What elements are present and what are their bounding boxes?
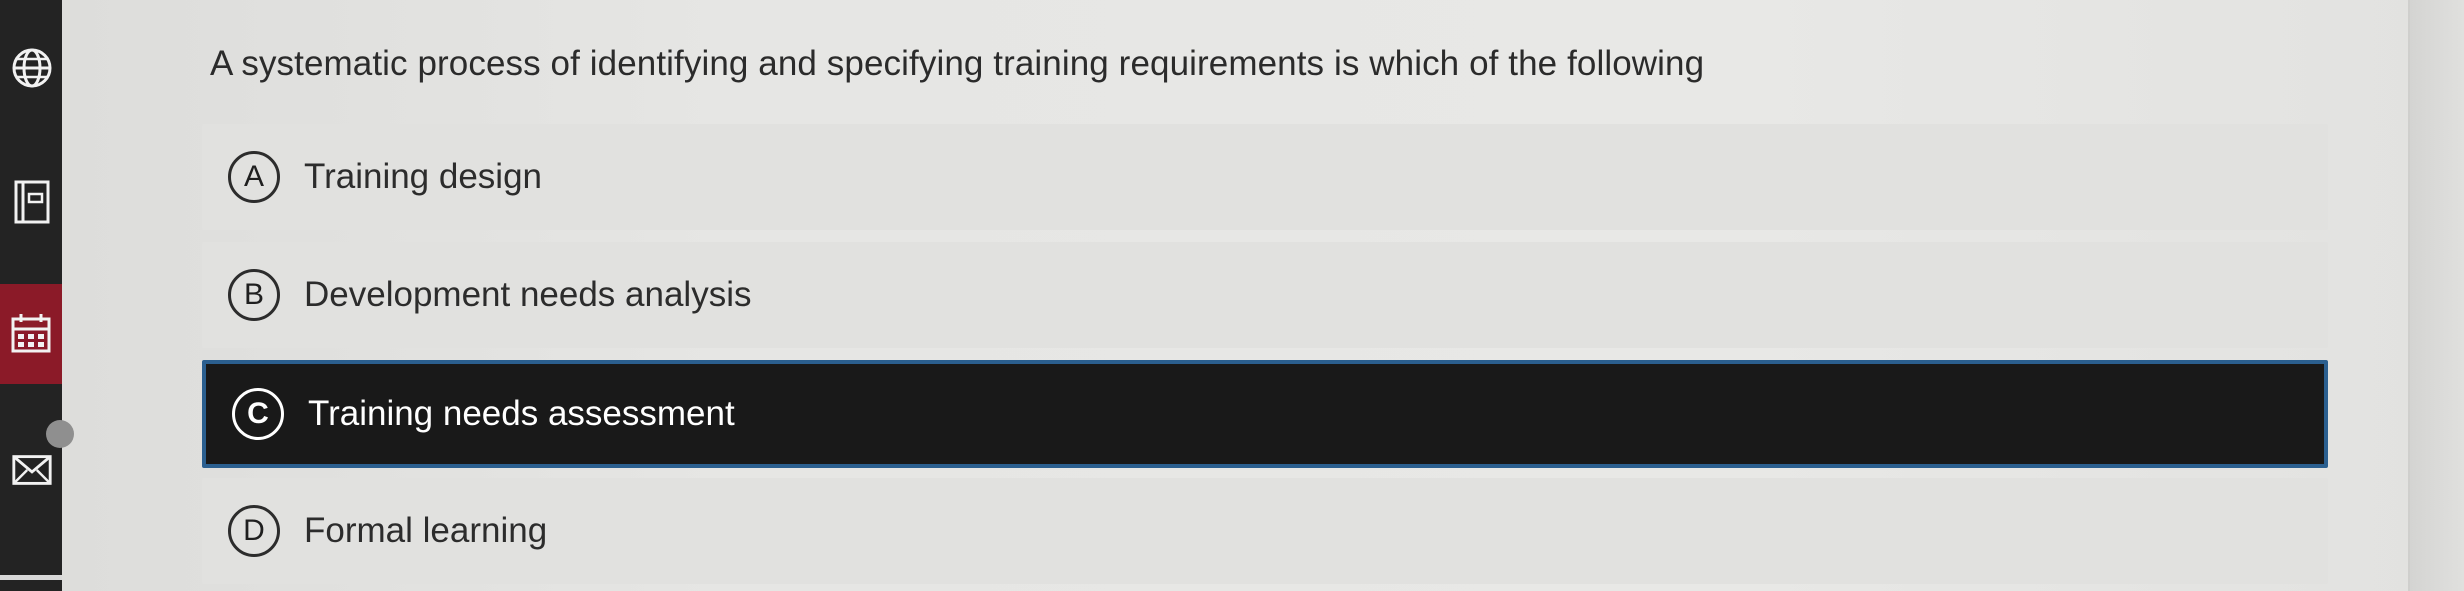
- option-b[interactable]: B Development needs analysis: [202, 242, 2328, 348]
- window-edge: [2408, 0, 2464, 591]
- globe-icon[interactable]: [10, 46, 54, 90]
- option-c[interactable]: C Training needs assessment: [202, 360, 2328, 468]
- option-letter: B: [228, 269, 280, 321]
- option-letter: A: [228, 151, 280, 203]
- mail-icon[interactable]: [10, 448, 54, 492]
- sidebar: [0, 0, 74, 591]
- sidebar-bottom-divider: [0, 575, 62, 591]
- option-label: Development needs analysis: [304, 275, 752, 314]
- quiz-page: A systematic process of identifying and …: [0, 0, 2464, 591]
- notification-badge: [46, 420, 74, 448]
- option-label: Training design: [304, 157, 543, 196]
- question-text: A systematic process of identifying and …: [210, 44, 1705, 83]
- calendar-icon[interactable]: [0, 284, 62, 384]
- option-letter: D: [228, 505, 280, 557]
- option-a[interactable]: A Training design: [202, 124, 2328, 230]
- option-d[interactable]: D Formal learning: [202, 478, 2328, 584]
- option-label: Training needs assessment: [308, 394, 735, 433]
- option-letter: C: [232, 388, 284, 440]
- book-icon[interactable]: [10, 180, 54, 224]
- option-label: Formal learning: [304, 511, 548, 550]
